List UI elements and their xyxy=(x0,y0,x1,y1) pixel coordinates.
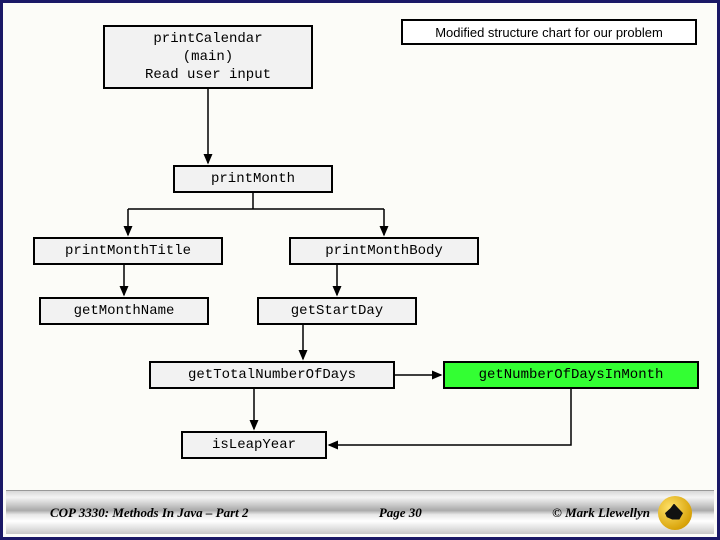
node-text: Read user input xyxy=(145,66,271,84)
node-text: isLeapYear xyxy=(212,436,296,454)
node-text: getNumberOfDaysInMonth xyxy=(479,366,664,384)
node-getNumberOfDaysInMonth: getNumberOfDaysInMonth xyxy=(443,361,699,389)
node-getMonthName: getMonthName xyxy=(39,297,209,325)
diagram-canvas: Modified structure chart for our problem… xyxy=(3,3,717,493)
node-text: getMonthName xyxy=(74,302,175,320)
diagram-title: Modified structure chart for our problem xyxy=(435,25,663,40)
footer-course: COP 3330: Methods In Java – Part 2 xyxy=(50,505,249,521)
slide-footer: COP 3330: Methods In Java – Part 2 Page … xyxy=(6,490,714,534)
node-text: printMonth xyxy=(211,170,295,188)
ucf-pegasus-icon xyxy=(658,496,692,530)
footer-page: Page 30 xyxy=(379,505,422,521)
node-printCalendar: printCalendar (main) Read user input xyxy=(103,25,313,89)
node-printMonthTitle: printMonthTitle xyxy=(33,237,223,265)
node-printMonth: printMonth xyxy=(173,165,333,193)
node-getTotalNumberOfDays: getTotalNumberOfDays xyxy=(149,361,395,389)
node-text: (main) xyxy=(183,48,233,66)
node-text: printMonthBody xyxy=(325,242,443,260)
node-isLeapYear: isLeapYear xyxy=(181,431,327,459)
footer-author: © Mark Llewellyn xyxy=(552,505,650,521)
node-printMonthBody: printMonthBody xyxy=(289,237,479,265)
node-getStartDay: getStartDay xyxy=(257,297,417,325)
node-text: getStartDay xyxy=(291,302,383,320)
node-text: printMonthTitle xyxy=(65,242,191,260)
node-text: getTotalNumberOfDays xyxy=(188,366,356,384)
node-text: printCalendar xyxy=(153,30,262,48)
diagram-title-box: Modified structure chart for our problem xyxy=(401,19,697,45)
